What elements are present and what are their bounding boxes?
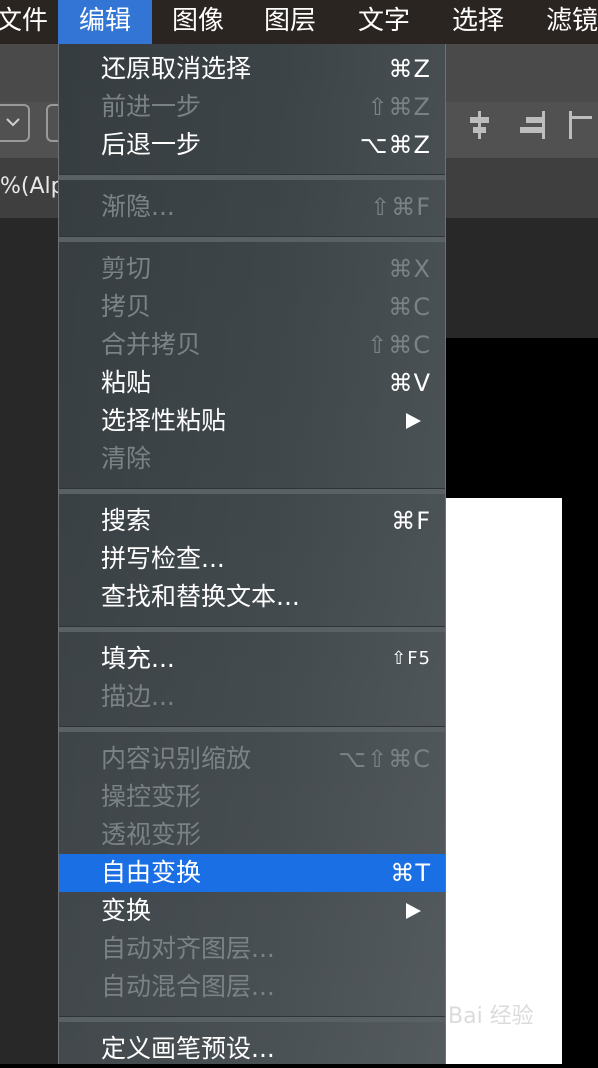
- menu-item-copy-merged: 合并拷贝 ⇧⌘C: [59, 326, 445, 364]
- menu-item-shortcut: ⌘C: [388, 293, 431, 321]
- menu-item-label: 填充...: [101, 644, 175, 673]
- menu-item-cut: 剪切 ⌘X: [59, 250, 445, 288]
- menu-item-shortcut: ⇧⌘C: [367, 331, 431, 359]
- menu-item-label: 还原取消选择: [101, 54, 252, 83]
- menu-item-transform[interactable]: 变换: [59, 892, 445, 930]
- menu-item-perspective-warp: 透视变形: [59, 816, 445, 854]
- menu-item-define-brush-preset[interactable]: 定义画笔预设...: [59, 1030, 445, 1068]
- menu-item-label: 拼写检查...: [101, 544, 225, 573]
- menu-item-label: 变换: [101, 896, 152, 925]
- menu-item-find-replace-text[interactable]: 查找和替换文本...: [59, 578, 445, 616]
- menu-item-free-transform[interactable]: 自由变换 ⌘T: [59, 854, 445, 892]
- menu-image[interactable]: 图像: [172, 0, 232, 44]
- document-tab[interactable]: %(Alp: [0, 174, 65, 199]
- menu-item-stroke: 描边...: [59, 678, 445, 716]
- menu-separator: [59, 726, 445, 732]
- menu-item-paste-special[interactable]: 选择性粘贴: [59, 402, 445, 440]
- align-horizontal-centers-icon[interactable]: [462, 108, 496, 142]
- menu-item-shortcut: ⌥⇧⌘C: [338, 745, 431, 773]
- menu-separator: [59, 174, 445, 180]
- align-right-edges-icon[interactable]: [516, 108, 550, 142]
- menu-item-search[interactable]: 搜索 ⌘F: [59, 502, 445, 540]
- menu-item-shortcut: ⇧⌘Z: [367, 93, 431, 121]
- menu-layer[interactable]: 图层: [264, 0, 328, 44]
- menu-item-label: 后退一步: [101, 130, 202, 159]
- menu-item-label: 剪切: [101, 254, 152, 283]
- menu-item-label: 操控变形: [101, 782, 202, 811]
- tool-preset-dropdown[interactable]: [0, 104, 30, 142]
- menu-select[interactable]: 选择: [452, 0, 512, 44]
- menu-item-paste[interactable]: 粘贴 ⌘V: [59, 364, 445, 402]
- menu-item-step-backward[interactable]: 后退一步 ⌥⌘Z: [59, 126, 445, 164]
- menu-file[interactable]: 文件: [0, 0, 52, 44]
- menu-item-fill[interactable]: 填充... ⇧F5: [59, 640, 445, 678]
- submenu-arrow-icon: [406, 413, 421, 429]
- menu-item-shortcut: ⌘Z: [388, 55, 431, 83]
- menu-type[interactable]: 文字: [358, 0, 418, 44]
- menu-item-label: 自动对齐图层...: [101, 934, 275, 963]
- menu-item-label: 选择性粘贴: [101, 406, 227, 435]
- menu-item-shortcut: ⇧F5: [391, 648, 431, 669]
- menu-item-label: 粘贴: [101, 368, 152, 397]
- menu-item-label: 合并拷贝: [101, 330, 202, 359]
- menu-item-shortcut: ⌘X: [388, 255, 431, 283]
- edit-menu-dropdown: 还原取消选择 ⌘Z 前进一步 ⇧⌘Z 后退一步 ⌥⌘Z 渐隐... ⇧⌘F 剪切 ⌘X 拷贝 ⌘C 合并…: [58, 44, 446, 1064]
- menu-item-step-forward: 前进一步 ⇧⌘Z: [59, 88, 445, 126]
- chevron-down-icon: [6, 118, 20, 127]
- menu-item-label: 内容识别缩放: [101, 744, 252, 773]
- menu-item-clear: 清除: [59, 440, 445, 478]
- menu-item-puppet-warp: 操控变形: [59, 778, 445, 816]
- menu-item-auto-align-layers: 自动对齐图层...: [59, 930, 445, 968]
- menu-item-label: 渐隐...: [101, 192, 175, 221]
- menu-item-check-spelling[interactable]: 拼写检查...: [59, 540, 445, 578]
- align-top-edges-icon[interactable]: [566, 108, 598, 142]
- menu-item-label: 查找和替换文本...: [101, 582, 300, 611]
- menu-item-label: 透视变形: [101, 820, 202, 849]
- watermark-logo: Bai 经验: [448, 1004, 534, 1029]
- menu-separator: [59, 488, 445, 494]
- menu-edit[interactable]: 编辑: [58, 0, 152, 44]
- menu-item-content-aware-scale: 内容识别缩放 ⌥⇧⌘C: [59, 740, 445, 778]
- menu-item-label: 搜索: [101, 506, 152, 535]
- menu-item-shortcut: ⇧⌘F: [370, 193, 431, 221]
- document-canvas[interactable]: [440, 498, 562, 1064]
- menu-item-label: 自由变换: [101, 858, 202, 887]
- menu-item-label: 描边...: [101, 682, 175, 711]
- menu-separator: [59, 626, 445, 632]
- menu-item-label: 前进一步: [101, 92, 202, 121]
- menu-separator: [59, 236, 445, 242]
- menu-filter[interactable]: 滤镜: [546, 0, 598, 44]
- menu-item-shortcut: ⌘T: [390, 859, 431, 887]
- menu-item-label: 自动混合图层...: [101, 972, 275, 1001]
- menu-item-label: 拷贝: [101, 292, 152, 321]
- menu-separator: [59, 1016, 445, 1022]
- menu-item-copy: 拷贝 ⌘C: [59, 288, 445, 326]
- menu-item-auto-blend-layers: 自动混合图层...: [59, 968, 445, 1006]
- menu-item-label: 定义画笔预设...: [101, 1034, 275, 1063]
- menu-item-shortcut: ⌘F: [391, 507, 431, 535]
- menu-item-shortcut: ⌘V: [388, 369, 431, 397]
- app-menubar: 文件 编辑 图像 图层 文字 选择 滤镜: [0, 0, 598, 44]
- menu-item-label: 清除: [101, 444, 152, 473]
- menu-item-fade: 渐隐... ⇧⌘F: [59, 188, 445, 226]
- menu-item-shortcut: ⌥⌘Z: [359, 131, 431, 159]
- submenu-arrow-icon: [406, 903, 421, 919]
- menu-item-undo[interactable]: 还原取消选择 ⌘Z: [59, 50, 445, 88]
